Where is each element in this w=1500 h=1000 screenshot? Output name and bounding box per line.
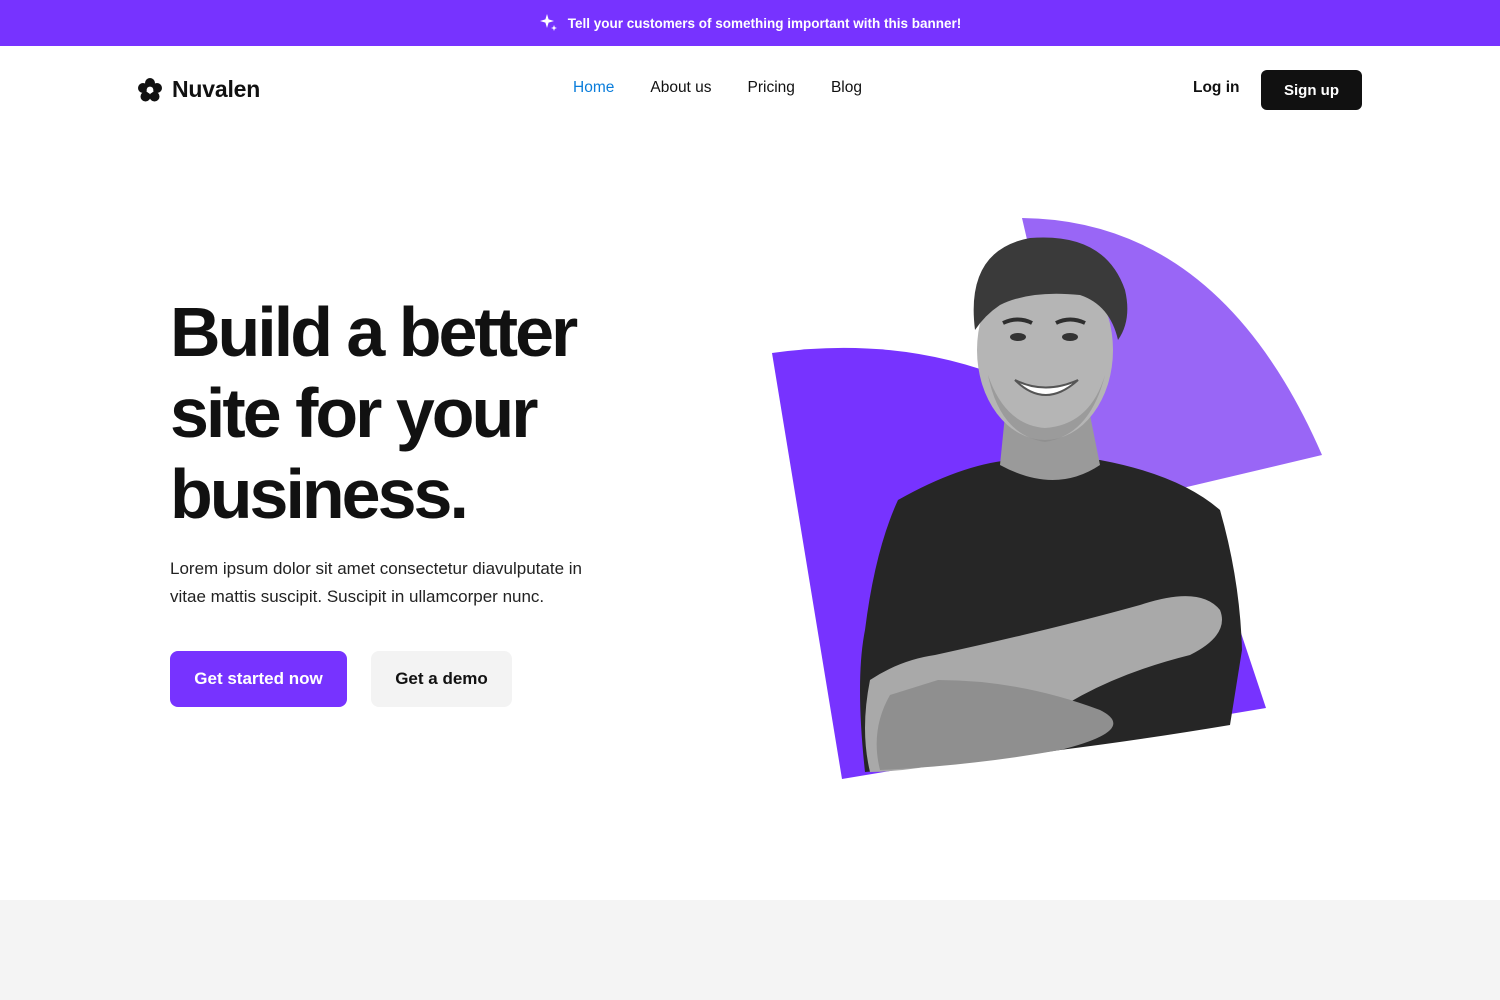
hero-title-line: site for your bbox=[170, 374, 539, 452]
hero-title-line: business. bbox=[170, 455, 469, 533]
brand-name: Nuvalen bbox=[172, 76, 261, 102]
get-demo-button[interactable]: Get a demo bbox=[371, 651, 512, 707]
signup-button[interactable]: Sign up bbox=[1261, 70, 1362, 110]
login-link[interactable]: Log in bbox=[1193, 79, 1240, 97]
hero-title: Build a better site for your business. bbox=[170, 292, 690, 535]
top-navigation: Nuvalen Home About us Pricing Blog Log i… bbox=[0, 46, 1500, 134]
get-started-button[interactable]: Get started now bbox=[170, 651, 347, 707]
nav-link-home[interactable]: Home bbox=[573, 79, 614, 97]
nav-link-pricing[interactable]: Pricing bbox=[748, 79, 795, 97]
hero-image bbox=[760, 210, 1340, 790]
hero-description: Lorem ipsum dolor sit amet consectetur d… bbox=[170, 559, 582, 606]
nav-link-about-us[interactable]: About us bbox=[650, 79, 711, 97]
next-section-band bbox=[0, 900, 1500, 1000]
main-menu: Home About us Pricing Blog bbox=[573, 79, 862, 97]
brand-logo[interactable]: Nuvalen bbox=[137, 76, 260, 103]
banner-text: Tell your customers of something importa… bbox=[567, 15, 962, 31]
sparkle-icon bbox=[539, 13, 559, 33]
announcement-banner: Tell your customers of something importa… bbox=[0, 0, 1500, 46]
nav-link-blog[interactable]: Blog bbox=[831, 79, 862, 97]
hero-title-line: Build a better bbox=[170, 293, 578, 371]
flower-logo-icon bbox=[137, 77, 163, 103]
